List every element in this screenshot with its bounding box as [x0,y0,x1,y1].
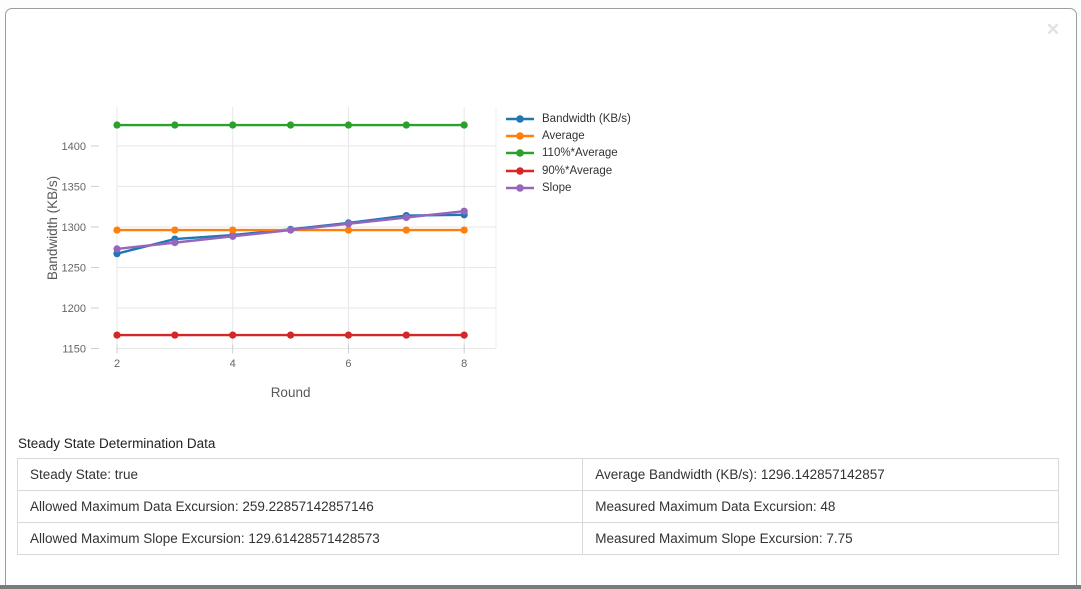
data-point [403,121,410,128]
series-line-Bandwidth (KB/s) [117,215,464,254]
table-row: Allowed Maximum Data Excursion: 259.2285… [18,491,1059,523]
legend-item-Average[interactable]: Average [505,127,631,144]
data-point [171,121,178,128]
legend-label: 90%*Average [542,165,612,177]
x-tick-label: 2 [114,358,120,370]
data-point [287,121,294,128]
data-point [113,332,120,339]
chart-legend: Bandwidth (KB/s) Average 110%*Average 90%*A… [505,110,631,197]
data-point [403,214,410,221]
cell-average-bandwidth: Average Bandwidth (KB/s): 1296.142857142… [583,459,1059,491]
data-point [461,332,468,339]
x-tick-label: 4 [230,358,236,370]
steady-state-data-section: Steady State Determination Data Steady S… [17,436,1059,555]
steady-state-table: Steady State: true Average Bandwidth (KB… [17,458,1059,555]
legend-marker-icon [505,130,535,142]
y-tick-label: 1350 [62,181,86,193]
x-tick-label: 6 [345,358,351,370]
legend-marker-icon [505,165,535,177]
legend-label: Average [542,130,585,142]
data-point [345,226,352,233]
data-point [229,233,236,240]
legend-label: 110%*Average [542,147,618,159]
legend-marker-icon [505,182,535,194]
data-point [229,121,236,128]
data-point [287,226,294,233]
data-point [113,226,120,233]
x-axis-title: Round [271,385,311,400]
close-icon[interactable]: ✕ [1039,16,1067,44]
table-title: Steady State Determination Data [18,436,1059,451]
legend-label: Slope [542,182,571,194]
data-point [345,332,352,339]
data-point [403,332,410,339]
data-point [171,239,178,246]
data-point [345,220,352,227]
x-tick-label: 8 [461,358,467,370]
data-point [113,121,120,128]
legend-label: Bandwidth (KB/s) [542,113,631,125]
y-tick-label: 1400 [62,141,86,153]
cell-allowed-data-excursion: Allowed Maximum Data Excursion: 259.2285… [18,491,583,523]
legend-item-90%*Average[interactable]: 90%*Average [505,162,631,179]
data-point [171,226,178,233]
steady-state-line-chart: 1150 1200 1250 1300 1350 1400 2 4 6 8 Bandwidth (K… [0,0,660,430]
legend-marker-icon [505,113,535,125]
steady-state-dialog: ✕ 1150 1200 1250 1300 1350 1400 2 4 6 8 Bandwidth … [0,0,1081,589]
table-row: Allowed Maximum Slope Excursion: 129.614… [18,523,1059,555]
cell-measured-data-excursion: Measured Maximum Data Excursion: 48 [583,491,1059,523]
data-point [113,245,120,252]
data-point [403,226,410,233]
table-row: Steady State: true Average Bandwidth (KB… [18,459,1059,491]
cell-steady-state: Steady State: true [18,459,583,491]
cell-allowed-slope-excursion: Allowed Maximum Slope Excursion: 129.614… [18,523,583,555]
data-point [229,332,236,339]
data-point [171,332,178,339]
cell-measured-slope-excursion: Measured Maximum Slope Excursion: 7.75 [583,523,1059,555]
y-tick-label: 1150 [62,344,86,356]
y-axis-title: Bandwidth (KB/s) [45,176,60,280]
data-point [461,208,468,215]
legend-item-Bandwidth (KB/s)[interactable]: Bandwidth (KB/s) [505,110,631,127]
window-bottom-edge [0,585,1081,589]
legend-item-110%*Average[interactable]: 110%*Average [505,145,631,162]
data-point [287,332,294,339]
data-point [345,121,352,128]
legend-marker-icon [505,147,535,159]
data-point [461,121,468,128]
data-point [229,226,236,233]
y-tick-label: 1200 [62,303,86,315]
y-tick-label: 1300 [62,222,86,234]
y-tick-label: 1250 [62,262,86,274]
legend-item-Slope[interactable]: Slope [505,180,631,197]
data-point [461,226,468,233]
